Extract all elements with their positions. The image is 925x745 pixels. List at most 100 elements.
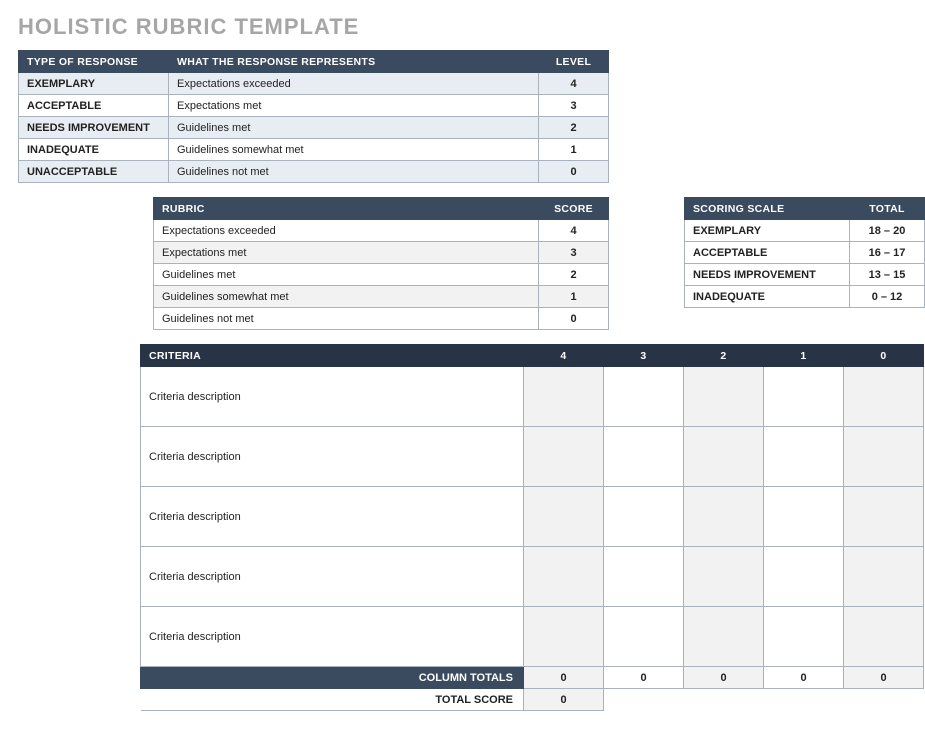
response-type: NEEDS IMPROVEMENT	[19, 117, 169, 139]
scale-name: ACCEPTABLE	[685, 242, 850, 264]
page-title: HOLISTIC RUBRIC TEMPLATE	[18, 14, 907, 40]
col-header-total: TOTAL	[850, 198, 925, 220]
rubric-scoring-section: RUBRIC SCORE Expectations exceeded 4 Exp…	[18, 197, 907, 330]
rubric-score: 4	[539, 220, 609, 242]
table-row: INADEQUATE Guidelines somewhat met 1	[19, 139, 609, 161]
table-row: Criteria description	[141, 367, 924, 427]
rubric-desc: Guidelines somewhat met	[154, 286, 539, 308]
response-type: UNACCEPTABLE	[19, 161, 169, 183]
column-total: 0	[524, 667, 604, 689]
col-header-type: TYPE OF RESPONSE	[19, 51, 169, 73]
table-row: NEEDS IMPROVEMENT Guidelines met 2	[19, 117, 609, 139]
rubric-score: 2	[539, 264, 609, 286]
criteria-score-cell[interactable]	[764, 367, 844, 427]
total-score-value: 0	[524, 689, 604, 711]
scale-total: 18 – 20	[850, 220, 925, 242]
criteria-score-cell[interactable]	[524, 367, 604, 427]
scale-total: 0 – 12	[850, 286, 925, 308]
table-row: ACCEPTABLE 16 – 17	[685, 242, 925, 264]
rubric-score: 0	[539, 308, 609, 330]
criteria-score-cell[interactable]	[604, 367, 684, 427]
table-row: ACCEPTABLE Expectations met 3	[19, 95, 609, 117]
rubric-table: RUBRIC SCORE Expectations exceeded 4 Exp…	[153, 197, 609, 330]
criteria-desc[interactable]: Criteria description	[141, 547, 524, 607]
criteria-score-cell[interactable]	[764, 607, 844, 667]
col-header-score-3: 3	[604, 345, 684, 367]
scale-total: 16 – 17	[850, 242, 925, 264]
column-totals-label: COLUMN TOTALS	[141, 667, 524, 689]
response-level: 4	[539, 73, 609, 95]
criteria-score-cell[interactable]	[604, 607, 684, 667]
col-header-rubric: RUBRIC	[154, 198, 539, 220]
criteria-score-cell[interactable]	[844, 427, 924, 487]
criteria-score-cell[interactable]	[764, 427, 844, 487]
table-header-row: TYPE OF RESPONSE WHAT THE RESPONSE REPRE…	[19, 51, 609, 73]
criteria-score-cell[interactable]	[844, 547, 924, 607]
rubric-score: 1	[539, 286, 609, 308]
criteria-desc[interactable]: Criteria description	[141, 367, 524, 427]
table-row: Guidelines somewhat met 1	[154, 286, 609, 308]
criteria-score-cell[interactable]	[764, 547, 844, 607]
criteria-score-cell[interactable]	[604, 547, 684, 607]
response-level: 3	[539, 95, 609, 117]
column-totals-row: COLUMN TOTALS 0 0 0 0 0	[141, 667, 924, 689]
rubric-desc: Expectations met	[154, 242, 539, 264]
criteria-score-cell[interactable]	[524, 607, 604, 667]
table-row: NEEDS IMPROVEMENT 13 – 15	[685, 264, 925, 286]
criteria-score-cell[interactable]	[524, 547, 604, 607]
scoring-scale-table: SCORING SCALE TOTAL EXEMPLARY 18 – 20 AC…	[684, 197, 925, 308]
response-level: 0	[539, 161, 609, 183]
col-header-score-0: 0	[844, 345, 924, 367]
response-level: 1	[539, 139, 609, 161]
response-type-table: TYPE OF RESPONSE WHAT THE RESPONSE REPRE…	[18, 50, 609, 183]
table-row: Criteria description	[141, 427, 924, 487]
criteria-score-cell[interactable]	[684, 427, 764, 487]
scale-name: INADEQUATE	[685, 286, 850, 308]
criteria-score-cell[interactable]	[844, 367, 924, 427]
table-row: UNACCEPTABLE Guidelines not met 0	[19, 161, 609, 183]
response-type: EXEMPLARY	[19, 73, 169, 95]
criteria-score-cell[interactable]	[604, 427, 684, 487]
response-type: INADEQUATE	[19, 139, 169, 161]
response-represents: Guidelines met	[169, 117, 539, 139]
criteria-score-cell[interactable]	[684, 607, 764, 667]
criteria-score-cell[interactable]	[844, 487, 924, 547]
scale-name: EXEMPLARY	[685, 220, 850, 242]
table-header-row: CRITERIA 4 3 2 1 0	[141, 345, 924, 367]
col-header-score-1: 1	[764, 345, 844, 367]
criteria-score-cell[interactable]	[764, 487, 844, 547]
col-header-level: LEVEL	[539, 51, 609, 73]
total-score-label: TOTAL SCORE	[141, 689, 524, 711]
criteria-desc[interactable]: Criteria description	[141, 607, 524, 667]
column-total: 0	[844, 667, 924, 689]
column-total: 0	[604, 667, 684, 689]
table-row: Guidelines not met 0	[154, 308, 609, 330]
criteria-score-cell[interactable]	[684, 547, 764, 607]
response-level: 2	[539, 117, 609, 139]
rubric-desc: Guidelines met	[154, 264, 539, 286]
criteria-desc[interactable]: Criteria description	[141, 487, 524, 547]
scale-total: 13 – 15	[850, 264, 925, 286]
table-row: INADEQUATE 0 – 12	[685, 286, 925, 308]
criteria-table: CRITERIA 4 3 2 1 0 Criteria description …	[140, 344, 924, 711]
rubric-desc: Expectations exceeded	[154, 220, 539, 242]
criteria-section: CRITERIA 4 3 2 1 0 Criteria description …	[18, 344, 907, 711]
response-represents: Guidelines not met	[169, 161, 539, 183]
column-total: 0	[684, 667, 764, 689]
criteria-score-cell[interactable]	[524, 427, 604, 487]
table-row: EXEMPLARY 18 – 20	[685, 220, 925, 242]
criteria-score-cell[interactable]	[684, 367, 764, 427]
table-row: Criteria description	[141, 547, 924, 607]
criteria-score-cell[interactable]	[524, 487, 604, 547]
criteria-score-cell[interactable]	[604, 487, 684, 547]
col-header-score-2: 2	[684, 345, 764, 367]
response-represents: Expectations exceeded	[169, 73, 539, 95]
criteria-desc[interactable]: Criteria description	[141, 427, 524, 487]
table-row: Expectations met 3	[154, 242, 609, 264]
column-total: 0	[764, 667, 844, 689]
table-header-row: SCORING SCALE TOTAL	[685, 198, 925, 220]
col-header-score-4: 4	[524, 345, 604, 367]
rubric-score: 3	[539, 242, 609, 264]
criteria-score-cell[interactable]	[684, 487, 764, 547]
criteria-score-cell[interactable]	[844, 607, 924, 667]
